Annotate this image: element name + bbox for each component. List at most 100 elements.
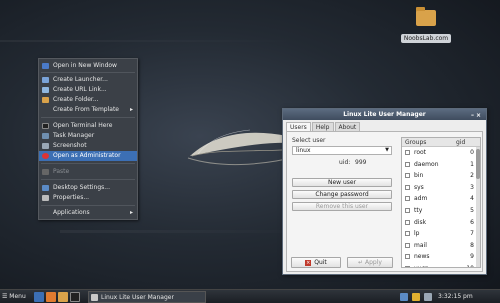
taskbar-task-user-manager[interactable]: Linux Lite User Manager — [88, 291, 206, 303]
user-select[interactable]: linux ▼ — [292, 146, 392, 155]
menu-item-label: Task Manager — [53, 132, 95, 139]
clock[interactable]: 3:32:15 pm — [438, 292, 473, 302]
tab-bar: Users Help About — [286, 122, 361, 131]
group-row[interactable]: news 9 — [402, 251, 480, 263]
checkbox[interactable] — [405, 196, 410, 202]
app-icon — [91, 294, 98, 301]
window-titlebar[interactable]: Linux Lite User Manager –× — [283, 109, 486, 120]
quit-button[interactable]: × Quit — [291, 257, 341, 268]
group-row[interactable]: adm 4 — [402, 193, 480, 205]
checkbox[interactable] — [405, 161, 410, 167]
window-title: Linux Lite User Manager — [343, 111, 426, 118]
checkbox[interactable] — [405, 184, 410, 190]
checkbox[interactable] — [405, 173, 410, 179]
menu-item-screenshot[interactable]: Screenshot — [39, 141, 137, 151]
checkbox[interactable] — [405, 219, 410, 225]
menu-item-create-launcher[interactable]: Create Launcher... — [39, 75, 137, 85]
tab-help[interactable]: Help — [311, 122, 334, 131]
selected-user-value: linux — [296, 147, 311, 154]
groups-column-header[interactable]: Groups — [405, 139, 426, 146]
group-gid: 9 — [470, 253, 474, 261]
file-manager-icon[interactable] — [58, 292, 68, 302]
folder-icon — [416, 7, 436, 26]
group-row[interactable]: daemon 1 — [402, 159, 480, 171]
menu-item-open-as-administrator[interactable]: Open as Administrator — [39, 151, 137, 161]
menu-separator — [41, 179, 135, 180]
group-gid: 3 — [470, 183, 474, 191]
tab-about[interactable]: About — [334, 122, 361, 131]
tab-users[interactable]: Users — [286, 122, 311, 131]
apply-icon: ↵ — [358, 259, 365, 266]
taskbar: ☰ Menu Linux Lite User Manager 3:32:15 p… — [0, 289, 500, 303]
menu-item-applications[interactable]: Applications ▸ — [39, 208, 137, 218]
task-manager-icon — [42, 133, 49, 139]
groups-scrollbar[interactable] — [476, 147, 480, 267]
group-gid: 5 — [470, 206, 474, 214]
desktop-context-menu: Open in New Window Create Launcher... Cr… — [38, 58, 138, 220]
terminal-icon[interactable] — [70, 292, 80, 302]
menu-item-properties[interactable]: Properties... — [39, 193, 137, 203]
group-gid: 0 — [470, 149, 474, 156]
group-row[interactable]: mail 8 — [402, 240, 480, 252]
update-icon[interactable] — [412, 293, 420, 301]
menu-item-label: Create URL Link... — [53, 86, 107, 93]
menu-separator — [41, 117, 135, 118]
remove-user-button[interactable]: Remove this user — [292, 202, 392, 211]
menu-item-open-terminal[interactable]: Open Terminal Here — [39, 121, 137, 131]
submenu-arrow-icon: ▸ — [129, 106, 133, 113]
admin-shield-icon — [42, 153, 49, 159]
launcher-icon — [42, 77, 49, 83]
menu-button[interactable]: ☰ Menu — [2, 292, 26, 302]
group-name: daemon — [414, 160, 439, 168]
network-icon[interactable] — [400, 293, 408, 301]
checkbox[interactable] — [405, 150, 410, 155]
checkbox[interactable] — [405, 231, 410, 237]
group-gid: 1 — [470, 160, 474, 168]
chevron-down-icon: ▼ — [385, 147, 389, 153]
group-row[interactable]: root 0 — [402, 147, 480, 159]
menu-item-desktop-settings[interactable]: Desktop Settings... — [39, 183, 137, 193]
checkbox[interactable] — [405, 207, 410, 213]
menu-item-task-manager[interactable]: Task Manager — [39, 131, 137, 141]
checkbox[interactable] — [405, 242, 410, 248]
desktop-folder-noobslab[interactable]: NoobsLab.com — [400, 7, 452, 43]
quit-icon: × — [305, 260, 312, 266]
group-gid: 7 — [470, 230, 474, 238]
menu-item-label: Create Folder... — [53, 96, 99, 103]
menu-item-create-from-template[interactable]: Create From Template ▸ — [39, 105, 137, 115]
folder-icon — [42, 97, 49, 103]
browser-icon[interactable] — [46, 292, 56, 302]
show-desktop-icon[interactable] — [34, 292, 44, 302]
gid-column-header[interactable]: gid — [456, 138, 465, 147]
group-name: lp — [414, 230, 420, 238]
paste-icon — [42, 169, 49, 175]
menu-item-create-url-link[interactable]: Create URL Link... — [39, 85, 137, 95]
group-name: root — [414, 149, 427, 156]
group-row[interactable]: lp 7 — [402, 228, 480, 240]
group-row[interactable]: disk 6 — [402, 217, 480, 229]
menu-item-label: Properties... — [53, 194, 90, 201]
group-name: adm — [414, 195, 428, 203]
window-icon — [42, 63, 49, 69]
group-name: disk — [414, 218, 427, 226]
groups-header: Groups gid — [402, 138, 480, 147]
menu-item-open-new-window[interactable]: Open in New Window — [39, 61, 137, 71]
close-icon[interactable]: × — [476, 112, 483, 119]
group-name: bin — [414, 172, 424, 180]
change-password-button[interactable]: Change password — [292, 190, 392, 199]
group-row[interactable]: uucp 10 — [402, 263, 480, 267]
checkbox[interactable] — [405, 265, 410, 267]
group-name: sys — [414, 183, 424, 191]
desktop-icon-label: NoobsLab.com — [400, 34, 452, 43]
menu-item-label: Open as Administrator — [53, 152, 121, 159]
volume-icon[interactable] — [424, 293, 432, 301]
menu-item-create-folder[interactable]: Create Folder... — [39, 95, 137, 105]
new-user-button[interactable]: New user — [292, 178, 392, 187]
group-row[interactable]: sys 3 — [402, 182, 480, 194]
checkbox[interactable] — [405, 254, 410, 260]
task-label: Linux Lite User Manager — [101, 294, 174, 301]
group-row[interactable]: tty 5 — [402, 205, 480, 217]
group-row[interactable]: bin 2 — [402, 170, 480, 182]
apply-button[interactable]: ↵ Apply — [347, 257, 393, 268]
users-panel: Select user linux ▼ uid: 999 New user Ch… — [286, 131, 483, 272]
